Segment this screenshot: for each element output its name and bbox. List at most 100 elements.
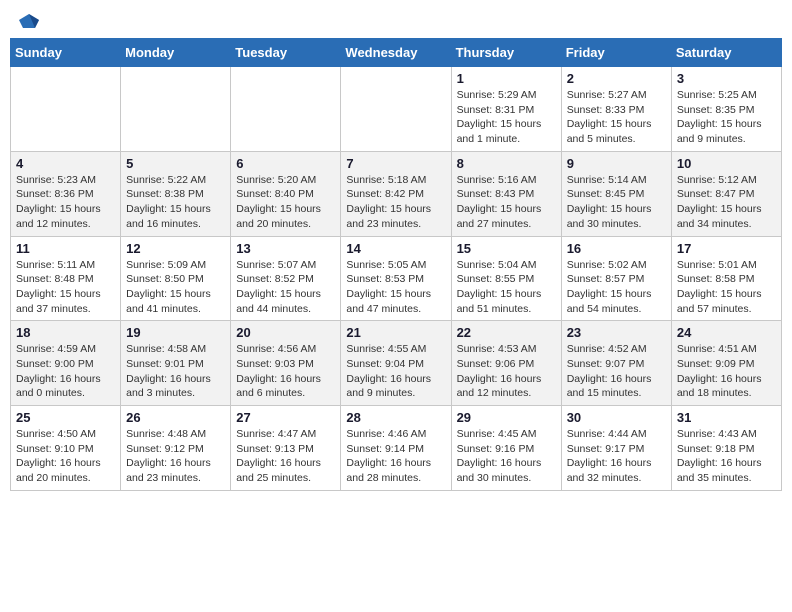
day-info: Sunrise: 5:18 AM Sunset: 8:42 PM Dayligh… bbox=[346, 173, 445, 232]
page-header bbox=[10, 10, 782, 30]
day-number: 25 bbox=[16, 410, 115, 425]
day-cell: 25 Sunrise: 4:50 AM Sunset: 9:10 PM Dayli… bbox=[11, 406, 121, 491]
day-info: Sunrise: 5:02 AM Sunset: 8:57 PM Dayligh… bbox=[567, 258, 666, 317]
day-number: 3 bbox=[677, 71, 776, 86]
day-cell: 18 Sunrise: 4:59 AM Sunset: 9:00 PM Dayli… bbox=[11, 321, 121, 406]
day-cell: 20 Sunrise: 4:56 AM Sunset: 9:03 PM Dayli… bbox=[231, 321, 341, 406]
day-number: 20 bbox=[236, 325, 335, 340]
day-cell bbox=[341, 67, 451, 152]
header-thursday: Thursday bbox=[451, 39, 561, 67]
day-info: Sunrise: 5:23 AM Sunset: 8:36 PM Dayligh… bbox=[16, 173, 115, 232]
day-number: 16 bbox=[567, 241, 666, 256]
day-info: Sunrise: 5:04 AM Sunset: 8:55 PM Dayligh… bbox=[457, 258, 556, 317]
day-info: Sunrise: 4:56 AM Sunset: 9:03 PM Dayligh… bbox=[236, 342, 335, 401]
day-number: 23 bbox=[567, 325, 666, 340]
day-number: 2 bbox=[567, 71, 666, 86]
day-cell: 15 Sunrise: 5:04 AM Sunset: 8:55 PM Dayli… bbox=[451, 236, 561, 321]
logo bbox=[18, 14, 39, 26]
day-cell: 1 Sunrise: 5:29 AM Sunset: 8:31 PM Daylig… bbox=[451, 67, 561, 152]
day-cell: 11 Sunrise: 5:11 AM Sunset: 8:48 PM Dayli… bbox=[11, 236, 121, 321]
day-info: Sunrise: 5:05 AM Sunset: 8:53 PM Dayligh… bbox=[346, 258, 445, 317]
header-friday: Friday bbox=[561, 39, 671, 67]
day-number: 29 bbox=[457, 410, 556, 425]
day-cell: 8 Sunrise: 5:16 AM Sunset: 8:43 PM Daylig… bbox=[451, 151, 561, 236]
day-info: Sunrise: 4:53 AM Sunset: 9:06 PM Dayligh… bbox=[457, 342, 556, 401]
header-tuesday: Tuesday bbox=[231, 39, 341, 67]
day-cell: 21Sunrise: 4:55 AM Sunset: 9:04 PM Dayli… bbox=[341, 321, 451, 406]
day-info: Sunrise: 5:11 AM Sunset: 8:48 PM Dayligh… bbox=[16, 258, 115, 317]
day-info: Sunrise: 5:14 AM Sunset: 8:45 PM Dayligh… bbox=[567, 173, 666, 232]
day-number: 14 bbox=[346, 241, 445, 256]
day-number: 31 bbox=[677, 410, 776, 425]
day-cell: 31 Sunrise: 4:43 AM Sunset: 9:18 PM Dayli… bbox=[671, 406, 781, 491]
day-cell bbox=[11, 67, 121, 152]
day-cell: 4 Sunrise: 5:23 AM Sunset: 8:36 PM Daylig… bbox=[11, 151, 121, 236]
calendar-header: SundayMondayTuesdayWednesdayThursdayFrid… bbox=[11, 39, 782, 67]
day-cell: 10Sunrise: 5:12 AM Sunset: 8:47 PM Dayli… bbox=[671, 151, 781, 236]
week-row-3: 11 Sunrise: 5:11 AM Sunset: 8:48 PM Dayli… bbox=[11, 236, 782, 321]
day-number: 19 bbox=[126, 325, 225, 340]
header-row: SundayMondayTuesdayWednesdayThursdayFrid… bbox=[11, 39, 782, 67]
day-info: Sunrise: 4:44 AM Sunset: 9:17 PM Dayligh… bbox=[567, 427, 666, 486]
day-info: Sunrise: 5:20 AM Sunset: 8:40 PM Dayligh… bbox=[236, 173, 335, 232]
day-info: Sunrise: 4:46 AM Sunset: 9:14 PM Dayligh… bbox=[346, 427, 445, 486]
day-cell: 30 Sunrise: 4:44 AM Sunset: 9:17 PM Dayli… bbox=[561, 406, 671, 491]
day-info: Sunrise: 4:48 AM Sunset: 9:12 PM Dayligh… bbox=[126, 427, 225, 486]
day-number: 18 bbox=[16, 325, 115, 340]
day-info: Sunrise: 4:51 AM Sunset: 9:09 PM Dayligh… bbox=[677, 342, 776, 401]
week-row-5: 25 Sunrise: 4:50 AM Sunset: 9:10 PM Dayli… bbox=[11, 406, 782, 491]
day-number: 30 bbox=[567, 410, 666, 425]
day-cell: 27 Sunrise: 4:47 AM Sunset: 9:13 PM Dayli… bbox=[231, 406, 341, 491]
day-cell: 5 Sunrise: 5:22 AM Sunset: 8:38 PM Daylig… bbox=[121, 151, 231, 236]
day-cell: 2Sunrise: 5:27 AM Sunset: 8:33 PM Daylig… bbox=[561, 67, 671, 152]
day-info: Sunrise: 5:22 AM Sunset: 8:38 PM Dayligh… bbox=[126, 173, 225, 232]
week-row-1: 1 Sunrise: 5:29 AM Sunset: 8:31 PM Daylig… bbox=[11, 67, 782, 152]
day-number: 21 bbox=[346, 325, 445, 340]
day-cell: 24 Sunrise: 4:51 AM Sunset: 9:09 PM Dayli… bbox=[671, 321, 781, 406]
header-wednesday: Wednesday bbox=[341, 39, 451, 67]
day-cell: 17Sunrise: 5:01 AM Sunset: 8:58 PM Dayli… bbox=[671, 236, 781, 321]
day-number: 8 bbox=[457, 156, 556, 171]
day-cell: 3 Sunrise: 5:25 AM Sunset: 8:35 PM Daylig… bbox=[671, 67, 781, 152]
day-info: Sunrise: 5:12 AM Sunset: 8:47 PM Dayligh… bbox=[677, 173, 776, 232]
day-number: 6 bbox=[236, 156, 335, 171]
day-info: Sunrise: 5:29 AM Sunset: 8:31 PM Dayligh… bbox=[457, 88, 556, 147]
day-info: Sunrise: 4:43 AM Sunset: 9:18 PM Dayligh… bbox=[677, 427, 776, 486]
day-info: Sunrise: 5:25 AM Sunset: 8:35 PM Dayligh… bbox=[677, 88, 776, 147]
day-info: Sunrise: 4:47 AM Sunset: 9:13 PM Dayligh… bbox=[236, 427, 335, 486]
day-number: 5 bbox=[126, 156, 225, 171]
calendar-table: SundayMondayTuesdayWednesdayThursdayFrid… bbox=[10, 38, 782, 491]
day-cell bbox=[121, 67, 231, 152]
day-number: 11 bbox=[16, 241, 115, 256]
day-number: 27 bbox=[236, 410, 335, 425]
day-number: 22 bbox=[457, 325, 556, 340]
day-info: Sunrise: 4:50 AM Sunset: 9:10 PM Dayligh… bbox=[16, 427, 115, 486]
day-cell: 14 Sunrise: 5:05 AM Sunset: 8:53 PM Dayli… bbox=[341, 236, 451, 321]
day-number: 12 bbox=[126, 241, 225, 256]
day-cell: 22 Sunrise: 4:53 AM Sunset: 9:06 PM Dayli… bbox=[451, 321, 561, 406]
day-info: Sunrise: 4:59 AM Sunset: 9:00 PM Dayligh… bbox=[16, 342, 115, 401]
day-number: 24 bbox=[677, 325, 776, 340]
day-number: 7 bbox=[346, 156, 445, 171]
day-number: 4 bbox=[16, 156, 115, 171]
calendar-body: 1 Sunrise: 5:29 AM Sunset: 8:31 PM Daylig… bbox=[11, 67, 782, 491]
day-number: 9 bbox=[567, 156, 666, 171]
week-row-2: 4 Sunrise: 5:23 AM Sunset: 8:36 PM Daylig… bbox=[11, 151, 782, 236]
day-info: Sunrise: 4:58 AM Sunset: 9:01 PM Dayligh… bbox=[126, 342, 225, 401]
day-cell: 26Sunrise: 4:48 AM Sunset: 9:12 PM Dayli… bbox=[121, 406, 231, 491]
header-saturday: Saturday bbox=[671, 39, 781, 67]
logo-icon bbox=[19, 14, 39, 30]
week-row-4: 18 Sunrise: 4:59 AM Sunset: 9:00 PM Dayli… bbox=[11, 321, 782, 406]
day-cell: 28Sunrise: 4:46 AM Sunset: 9:14 PM Dayli… bbox=[341, 406, 451, 491]
day-number: 15 bbox=[457, 241, 556, 256]
day-cell: 7 Sunrise: 5:18 AM Sunset: 8:42 PM Daylig… bbox=[341, 151, 451, 236]
day-cell: 19 Sunrise: 4:58 AM Sunset: 9:01 PM Dayli… bbox=[121, 321, 231, 406]
day-cell: 16 Sunrise: 5:02 AM Sunset: 8:57 PM Dayli… bbox=[561, 236, 671, 321]
day-cell bbox=[231, 67, 341, 152]
day-info: Sunrise: 5:07 AM Sunset: 8:52 PM Dayligh… bbox=[236, 258, 335, 317]
day-cell: 6 Sunrise: 5:20 AM Sunset: 8:40 PM Daylig… bbox=[231, 151, 341, 236]
day-number: 1 bbox=[457, 71, 556, 86]
day-info: Sunrise: 5:09 AM Sunset: 8:50 PM Dayligh… bbox=[126, 258, 225, 317]
day-info: Sunrise: 5:16 AM Sunset: 8:43 PM Dayligh… bbox=[457, 173, 556, 232]
header-sunday: Sunday bbox=[11, 39, 121, 67]
